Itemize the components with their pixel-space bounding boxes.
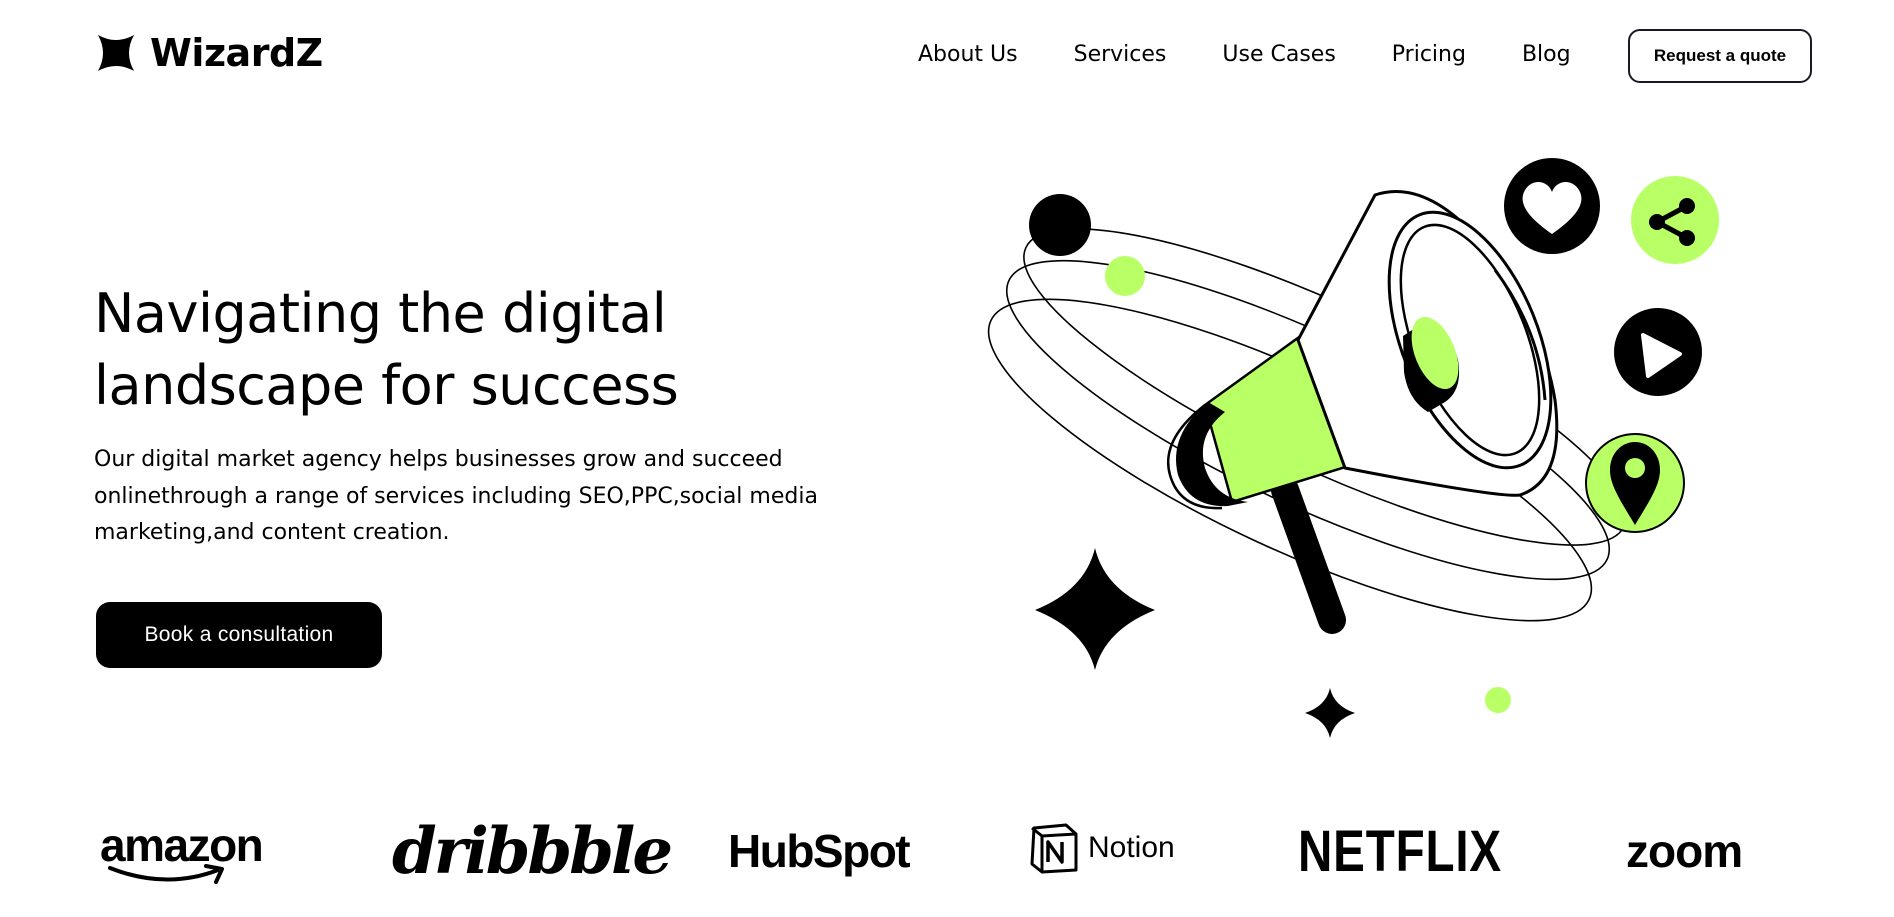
nav-services[interactable]: Services <box>1074 42 1167 67</box>
notion-wordmark: Notion <box>1088 831 1175 864</box>
location-pin-icon <box>1585 433 1685 533</box>
nav-use-cases[interactable]: Use Cases <box>1222 42 1335 67</box>
brand-name: WizardZ <box>150 31 323 75</box>
hero-title-line: landscape for success <box>94 354 679 417</box>
green-dot-small <box>1485 687 1511 713</box>
hubspot-wordmark: HubSpot <box>728 825 911 877</box>
notion-icon <box>1030 823 1078 874</box>
megaphone-icon <box>1166 190 1559 634</box>
netflix-wordmark: NETFLIX <box>1298 819 1502 884</box>
four-point-star-icon <box>98 35 134 71</box>
sparkle-star-small-icon <box>1305 688 1355 738</box>
hero-description-line: Our digital market agency helps business… <box>94 447 783 472</box>
amazon-logo: amazon <box>100 818 264 884</box>
nav-pricing[interactable]: Pricing <box>1392 42 1466 67</box>
hero-description: Our digital market agency helps business… <box>94 442 894 552</box>
site-header: WizardZ About Us Services Use Cases Pric… <box>0 0 1894 110</box>
book-consultation-button[interactable]: Book a consultation <box>96 602 382 668</box>
green-dot <box>1105 256 1145 296</box>
netflix-logo: NETFLIX <box>1298 818 1502 885</box>
nav-about-us[interactable]: About Us <box>918 42 1018 67</box>
hero-description-line: marketing,and content creation. <box>94 520 450 545</box>
main-nav: About Us Services Use Cases Pricing Blog <box>918 42 1571 67</box>
dribbble-logo: dribbble <box>392 814 673 889</box>
notion-logo: Notion <box>1030 822 1175 874</box>
hero-title: Navigating the digital landscape for suc… <box>94 278 894 422</box>
zoom-wordmark: zoom <box>1626 825 1743 877</box>
zoom-logo: zoom <box>1626 824 1743 878</box>
nav-blog[interactable]: Blog <box>1522 42 1571 67</box>
hero-title-line: Navigating the digital <box>94 282 667 345</box>
hubspot-logo: HubSpot <box>728 824 911 878</box>
share-icon <box>1631 176 1719 264</box>
brand-logo[interactable]: WizardZ <box>98 34 323 72</box>
hero-illustration <box>987 158 1719 738</box>
hero-description-line: onlinethrough a range of services includ… <box>94 483 818 509</box>
sparkle-star-icon <box>1035 548 1155 670</box>
play-icon <box>1614 308 1702 396</box>
brand-logos: amazon dribbble HubSpot Notion NETFLIX z… <box>0 810 1894 900</box>
amazon-smile-icon <box>108 864 224 884</box>
dribbble-wordmark: dribbble <box>392 814 673 889</box>
heart-icon <box>1504 158 1600 254</box>
request-quote-button[interactable]: Request a quote <box>1628 29 1812 83</box>
black-dot <box>1029 194 1091 256</box>
